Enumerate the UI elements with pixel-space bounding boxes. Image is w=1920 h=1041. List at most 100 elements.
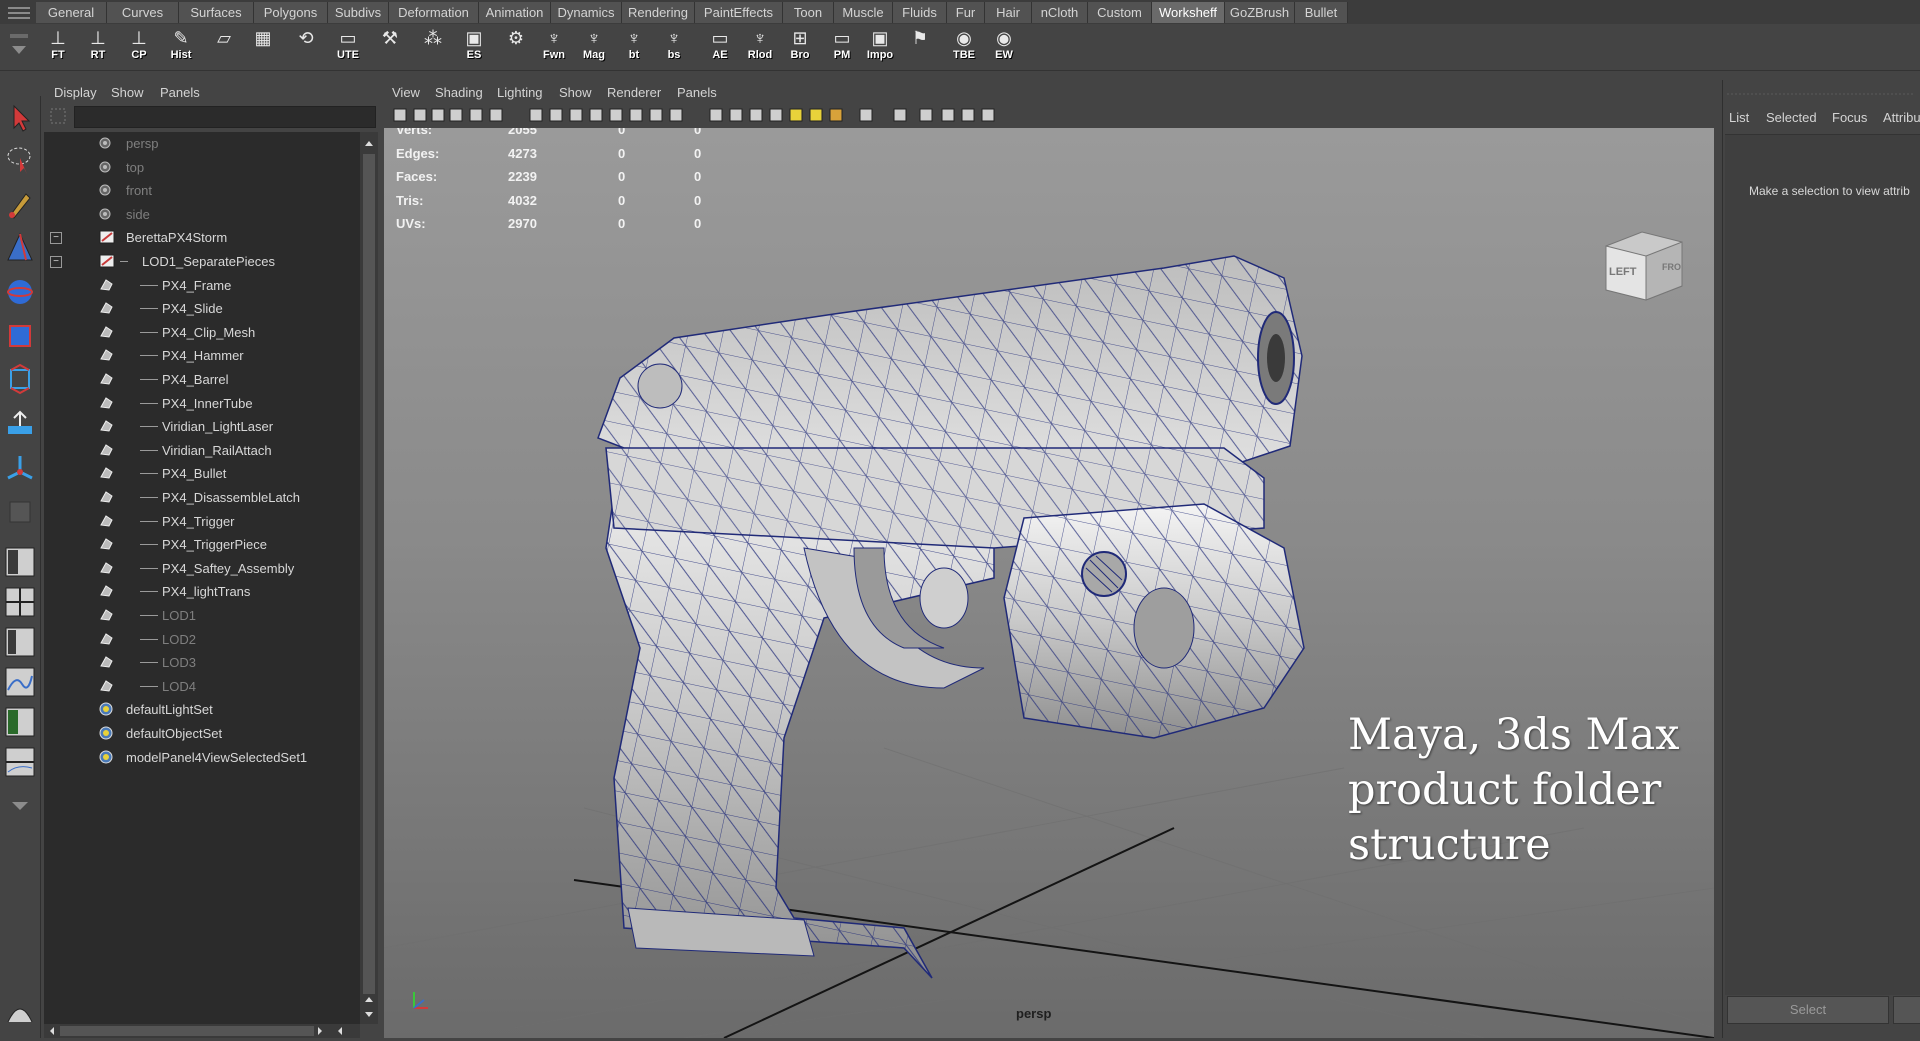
- shelf-button-tool-6[interactable]: ⟲: [288, 27, 324, 67]
- camera-settings-icon[interactable]: [980, 107, 996, 123]
- xray-joints-icon[interactable]: [918, 107, 934, 123]
- shelf-button-rlod[interactable]: ♆ Rlod: [742, 27, 778, 67]
- viewport-menu-renderer[interactable]: Renderer: [607, 85, 661, 100]
- grid-icon[interactable]: [528, 107, 544, 123]
- shelf-button-ae[interactable]: ▭ AE: [702, 27, 738, 67]
- safe-action-icon[interactable]: [628, 107, 644, 123]
- outliner-row[interactable]: top: [44, 156, 360, 179]
- shelf-button-tool-4[interactable]: ▱: [206, 27, 242, 67]
- select-tool-icon[interactable]: [4, 100, 36, 136]
- view-cube-left-label[interactable]: LEFT: [1609, 266, 1637, 278]
- scale-tool-icon[interactable]: [4, 318, 36, 354]
- outliner-menu-display[interactable]: Display: [54, 85, 97, 100]
- outliner-row[interactable]: LOD2: [44, 628, 360, 651]
- shelf-tab-subdivs[interactable]: Subdivs: [328, 2, 389, 23]
- shelf-menu-grip-icon[interactable]: [6, 4, 32, 20]
- lasso-tool-icon[interactable]: [4, 142, 36, 178]
- shelf-button-tool-21[interactable]: ⚑: [902, 27, 938, 67]
- shelf-button-hist[interactable]: ✎ Hist: [163, 27, 199, 67]
- shelf-button-bt[interactable]: ♆ bt: [616, 27, 652, 67]
- 2d-pan-icon[interactable]: [468, 107, 484, 123]
- gate-mask-icon[interactable]: [588, 107, 604, 123]
- panel-drag-handle-icon[interactable]: [1723, 86, 1920, 102]
- view-cube-front-label[interactable]: FRO: [1662, 262, 1681, 272]
- camera-attr-icon[interactable]: [412, 107, 428, 123]
- move-tool-icon[interactable]: [4, 230, 36, 266]
- outliner-row[interactable]: − LOD1_SeparatePieces: [44, 250, 360, 273]
- smooth-shade-icon[interactable]: [728, 107, 744, 123]
- shelf-options-icon[interactable]: [6, 30, 32, 66]
- rotate-tool-icon[interactable]: [4, 274, 36, 310]
- layout-outliner-icon[interactable]: [4, 624, 36, 660]
- shelf-button-cp[interactable]: ⊥ CP: [121, 27, 157, 67]
- shelf-tab-hair[interactable]: Hair: [985, 2, 1032, 23]
- viewport-menu-panels[interactable]: Panels: [677, 85, 717, 100]
- outliner-menu-panels[interactable]: Panels: [160, 85, 200, 100]
- outliner-row[interactable]: PX4_Trigger: [44, 510, 360, 533]
- last-tool-icon[interactable]: [4, 494, 36, 530]
- shelf-tab-muscle[interactable]: Muscle: [834, 2, 893, 23]
- shelf-button-ew[interactable]: ◉ EW: [986, 27, 1022, 67]
- viewport-menu-shading[interactable]: Shading: [435, 85, 483, 100]
- show-manipulator-tool-icon[interactable]: [4, 450, 36, 486]
- shelf-tab-toon[interactable]: Toon: [783, 2, 834, 23]
- outliner-row[interactable]: PX4_Slide: [44, 297, 360, 320]
- xray-components-icon[interactable]: [940, 107, 956, 123]
- image-plane-icon[interactable]: [448, 107, 464, 123]
- shelf-button-es[interactable]: ▣ ES: [456, 27, 492, 67]
- collapse-toggle-icon[interactable]: −: [50, 256, 62, 268]
- outliner-row[interactable]: LOD4: [44, 675, 360, 698]
- wireframe-on-shaded-icon[interactable]: [768, 107, 784, 123]
- script-editor-icon[interactable]: [4, 992, 36, 1028]
- wireframe-icon[interactable]: [708, 107, 724, 123]
- use-all-lights-icon[interactable]: [808, 107, 824, 123]
- shadows-icon[interactable]: [828, 107, 844, 123]
- outliner-row[interactable]: PX4_lightTrans: [44, 580, 360, 603]
- shelf-tab-worksheff[interactable]: Worksheff: [1152, 2, 1225, 23]
- outliner-row[interactable]: Viridian_LightLaser: [44, 415, 360, 438]
- shelf-button-bro[interactable]: ⊞ Bro: [782, 27, 818, 67]
- shelf-button-mag[interactable]: ♆ Mag: [576, 27, 612, 67]
- manipulator-tool-icon[interactable]: [4, 362, 36, 398]
- viewport-menu-show[interactable]: Show: [559, 85, 592, 100]
- isolate-select-icon[interactable]: [858, 107, 874, 123]
- shelf-tab-fluids[interactable]: Fluids: [893, 2, 947, 23]
- textured-icon[interactable]: [788, 107, 804, 123]
- outliner-row[interactable]: PX4_Bullet: [44, 462, 360, 485]
- collapse-toggle-icon[interactable]: −: [50, 232, 62, 245]
- shelf-tab-dynamics[interactable]: Dynamics: [551, 2, 622, 23]
- shelf-button-fwn[interactable]: ♆ Fwn: [536, 27, 572, 67]
- shelf-tab-bullet[interactable]: Bullet: [1295, 2, 1348, 23]
- shelf-tab-painteffects[interactable]: PaintEffects: [695, 2, 783, 23]
- outliner-row[interactable]: PX4_DisassembleLatch: [44, 486, 360, 509]
- bookmark-icon[interactable]: [430, 107, 446, 123]
- shelf-button-ute[interactable]: ▭ UTE: [330, 27, 366, 67]
- layout-graph-icon[interactable]: [4, 664, 36, 700]
- outliner-row[interactable]: PX4_TriggerPiece: [44, 533, 360, 556]
- shelf-button-impo[interactable]: ▣ Impo: [862, 27, 898, 67]
- outliner-row[interactable]: Viridian_RailAttach: [44, 439, 360, 462]
- outliner-row[interactable]: PX4_Hammer: [44, 344, 360, 367]
- shelf-button-tool-8[interactable]: ⚒: [372, 27, 408, 67]
- outliner-menu-show[interactable]: Show: [111, 85, 144, 100]
- outliner-horizontal-scrollbar[interactable]: [44, 1024, 360, 1038]
- shelf-tab-polygons[interactable]: Polygons: [254, 2, 328, 23]
- outliner-row[interactable]: − BerettaPX4Storm: [44, 226, 360, 249]
- outliner-row[interactable]: side: [44, 203, 360, 226]
- outliner-row[interactable]: PX4_Clip_Mesh: [44, 321, 360, 344]
- layout-four-icon[interactable]: [4, 584, 36, 620]
- safe-title-icon[interactable]: [648, 107, 664, 123]
- shelf-tab-general[interactable]: General: [36, 2, 107, 23]
- layout-persp-graph-icon[interactable]: [4, 744, 36, 780]
- layout-hypershade-icon[interactable]: [4, 704, 36, 740]
- shelf-tab-curves[interactable]: Curves: [107, 2, 179, 23]
- shelf-tab-gozbrush[interactable]: GoZBrush: [1225, 2, 1295, 23]
- outliner-row[interactable]: persp: [44, 132, 360, 155]
- shade-all-icon[interactable]: [748, 107, 764, 123]
- outliner-row[interactable]: LOD3: [44, 651, 360, 674]
- outliner-row[interactable]: defaultLightSet: [44, 698, 360, 721]
- resolution-gate-icon[interactable]: [568, 107, 584, 123]
- shelf-tab-ncloth[interactable]: nCloth: [1032, 2, 1088, 23]
- outliner-row[interactable]: PX4_Barrel: [44, 368, 360, 391]
- tab-focus[interactable]: Focus: [1832, 110, 1867, 125]
